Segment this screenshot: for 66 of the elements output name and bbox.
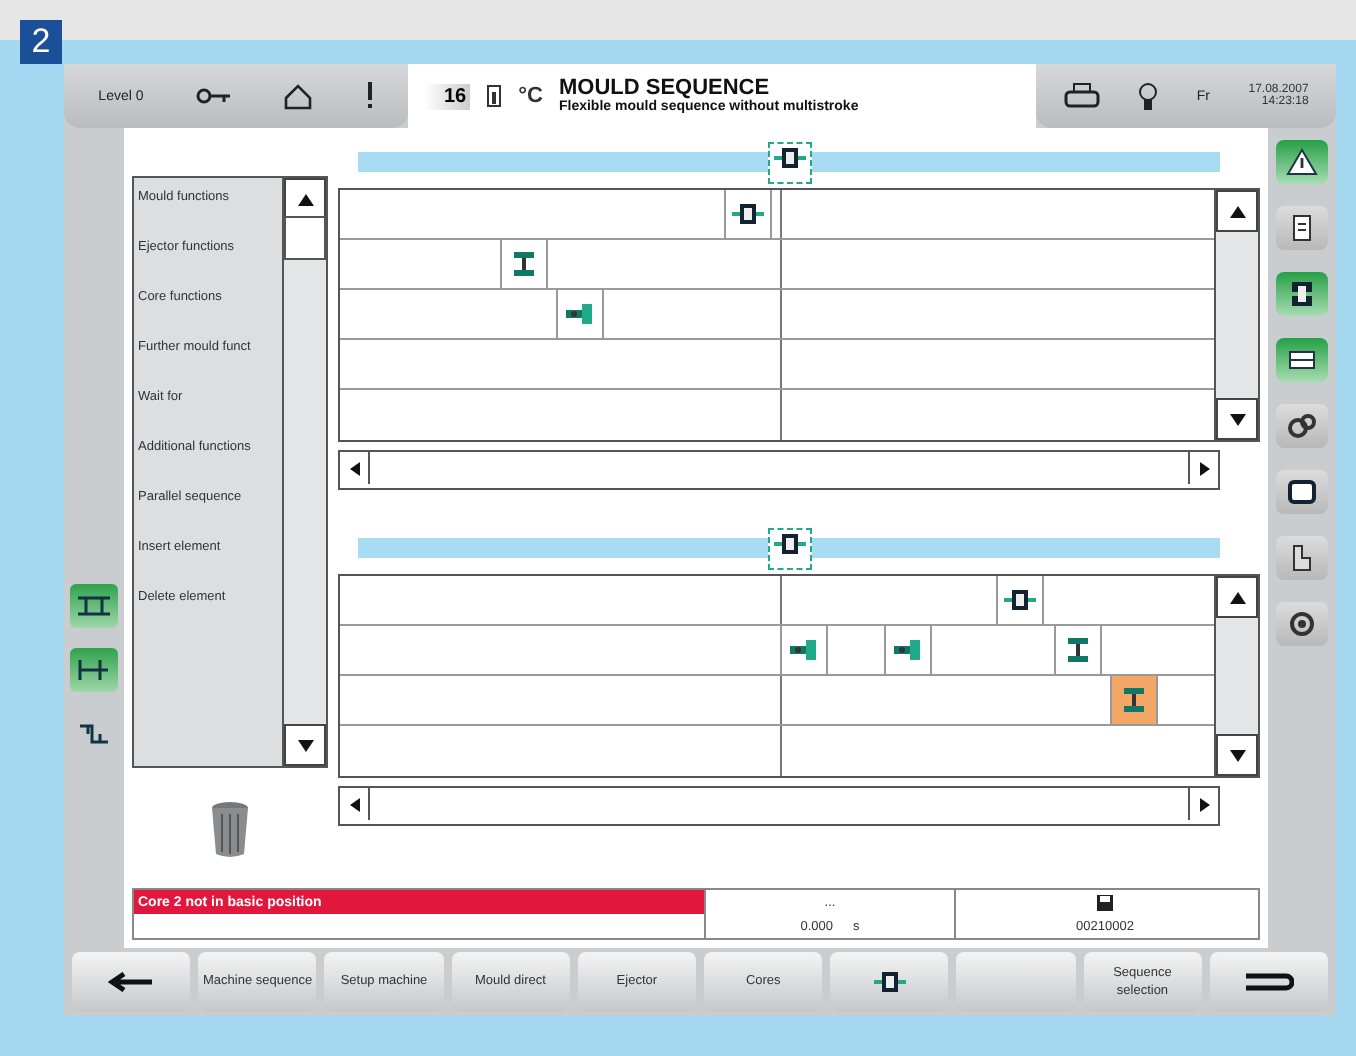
- core-icon: [562, 300, 598, 328]
- core-icon: [890, 636, 926, 664]
- monitor-icon: [1286, 476, 1318, 508]
- screen-title: MOULD SEQUENCE: [558, 78, 770, 100]
- mould-button[interactable]: [830, 952, 949, 1012]
- scroll-right-icon: [1197, 795, 1211, 813]
- side-tab[interactable]: [1276, 206, 1328, 250]
- side-tab[interactable]: [1276, 536, 1328, 580]
- thermometer-icon: [486, 84, 503, 108]
- mould-icon: [1286, 278, 1318, 310]
- scroll-up-icon: [1227, 589, 1247, 605]
- mould-icon: [771, 143, 807, 171]
- scroll-down-icon: [1227, 747, 1247, 763]
- branch-icon: [76, 656, 112, 684]
- save-icon: [1096, 893, 1114, 911]
- trash-icon[interactable]: [208, 800, 252, 860]
- parallel-branch-icon: [76, 594, 112, 618]
- core-icon: [786, 636, 822, 664]
- mould-icon: [730, 200, 766, 228]
- side-tab[interactable]: [1276, 470, 1328, 514]
- scroll-up-icon: [1227, 203, 1247, 219]
- scroll-down-icon: [1227, 411, 1247, 427]
- mould-number: 16: [424, 83, 471, 109]
- scroll-down-icon: [295, 737, 315, 753]
- scrollbar[interactable]: [338, 450, 1220, 490]
- home-icon[interactable]: [284, 83, 313, 109]
- sequence-step[interactable]: [1110, 676, 1158, 724]
- scroll-left-icon: [347, 795, 361, 813]
- scroll-thumb[interactable]: [284, 216, 326, 260]
- start-marker[interactable]: [767, 527, 811, 569]
- sequence-step[interactable]: [1054, 626, 1102, 674]
- return-button[interactable]: [1209, 952, 1329, 1012]
- start-marker[interactable]: [767, 141, 811, 183]
- scroll-left-icon: [347, 459, 361, 477]
- return-arrow-icon: [1242, 970, 1295, 994]
- sequence-step[interactable]: [500, 240, 548, 288]
- temperature-unit: °C: [518, 84, 543, 108]
- tool-button[interactable]: [70, 584, 118, 628]
- warning-icon: [1286, 146, 1318, 178]
- back-arrow-icon: [107, 972, 156, 992]
- side-tab[interactable]: [1276, 338, 1328, 382]
- mould-icon: [771, 529, 807, 557]
- sequence-step[interactable]: [996, 576, 1044, 624]
- mould-icon: [1002, 586, 1038, 614]
- cycle-icon: [1286, 608, 1318, 640]
- scroll-up-icon: [295, 191, 315, 207]
- back-button[interactable]: [72, 952, 191, 1012]
- link-icon: [76, 720, 112, 748]
- sequence-step[interactable]: [724, 190, 772, 238]
- scroll-right-icon: [1197, 459, 1211, 477]
- key-icon[interactable]: [196, 86, 233, 106]
- mould-icon: [871, 968, 908, 996]
- side-tab[interactable]: [1276, 404, 1328, 448]
- bulb-icon[interactable]: [1137, 81, 1158, 111]
- gears-icon: [1286, 410, 1318, 442]
- scrollbar[interactable]: [1214, 188, 1260, 442]
- side-tab[interactable]: [1276, 602, 1328, 646]
- figure-number: 2: [20, 20, 62, 64]
- scrollbar[interactable]: [282, 178, 326, 766]
- alert-icon[interactable]: [365, 82, 374, 110]
- side-tab[interactable]: [1276, 140, 1328, 184]
- tool-button[interactable]: [70, 648, 118, 692]
- scrollbar[interactable]: [338, 786, 1220, 826]
- printer-icon[interactable]: [1063, 82, 1100, 110]
- side-tab[interactable]: [1276, 272, 1328, 316]
- scrollbar[interactable]: [1214, 574, 1260, 778]
